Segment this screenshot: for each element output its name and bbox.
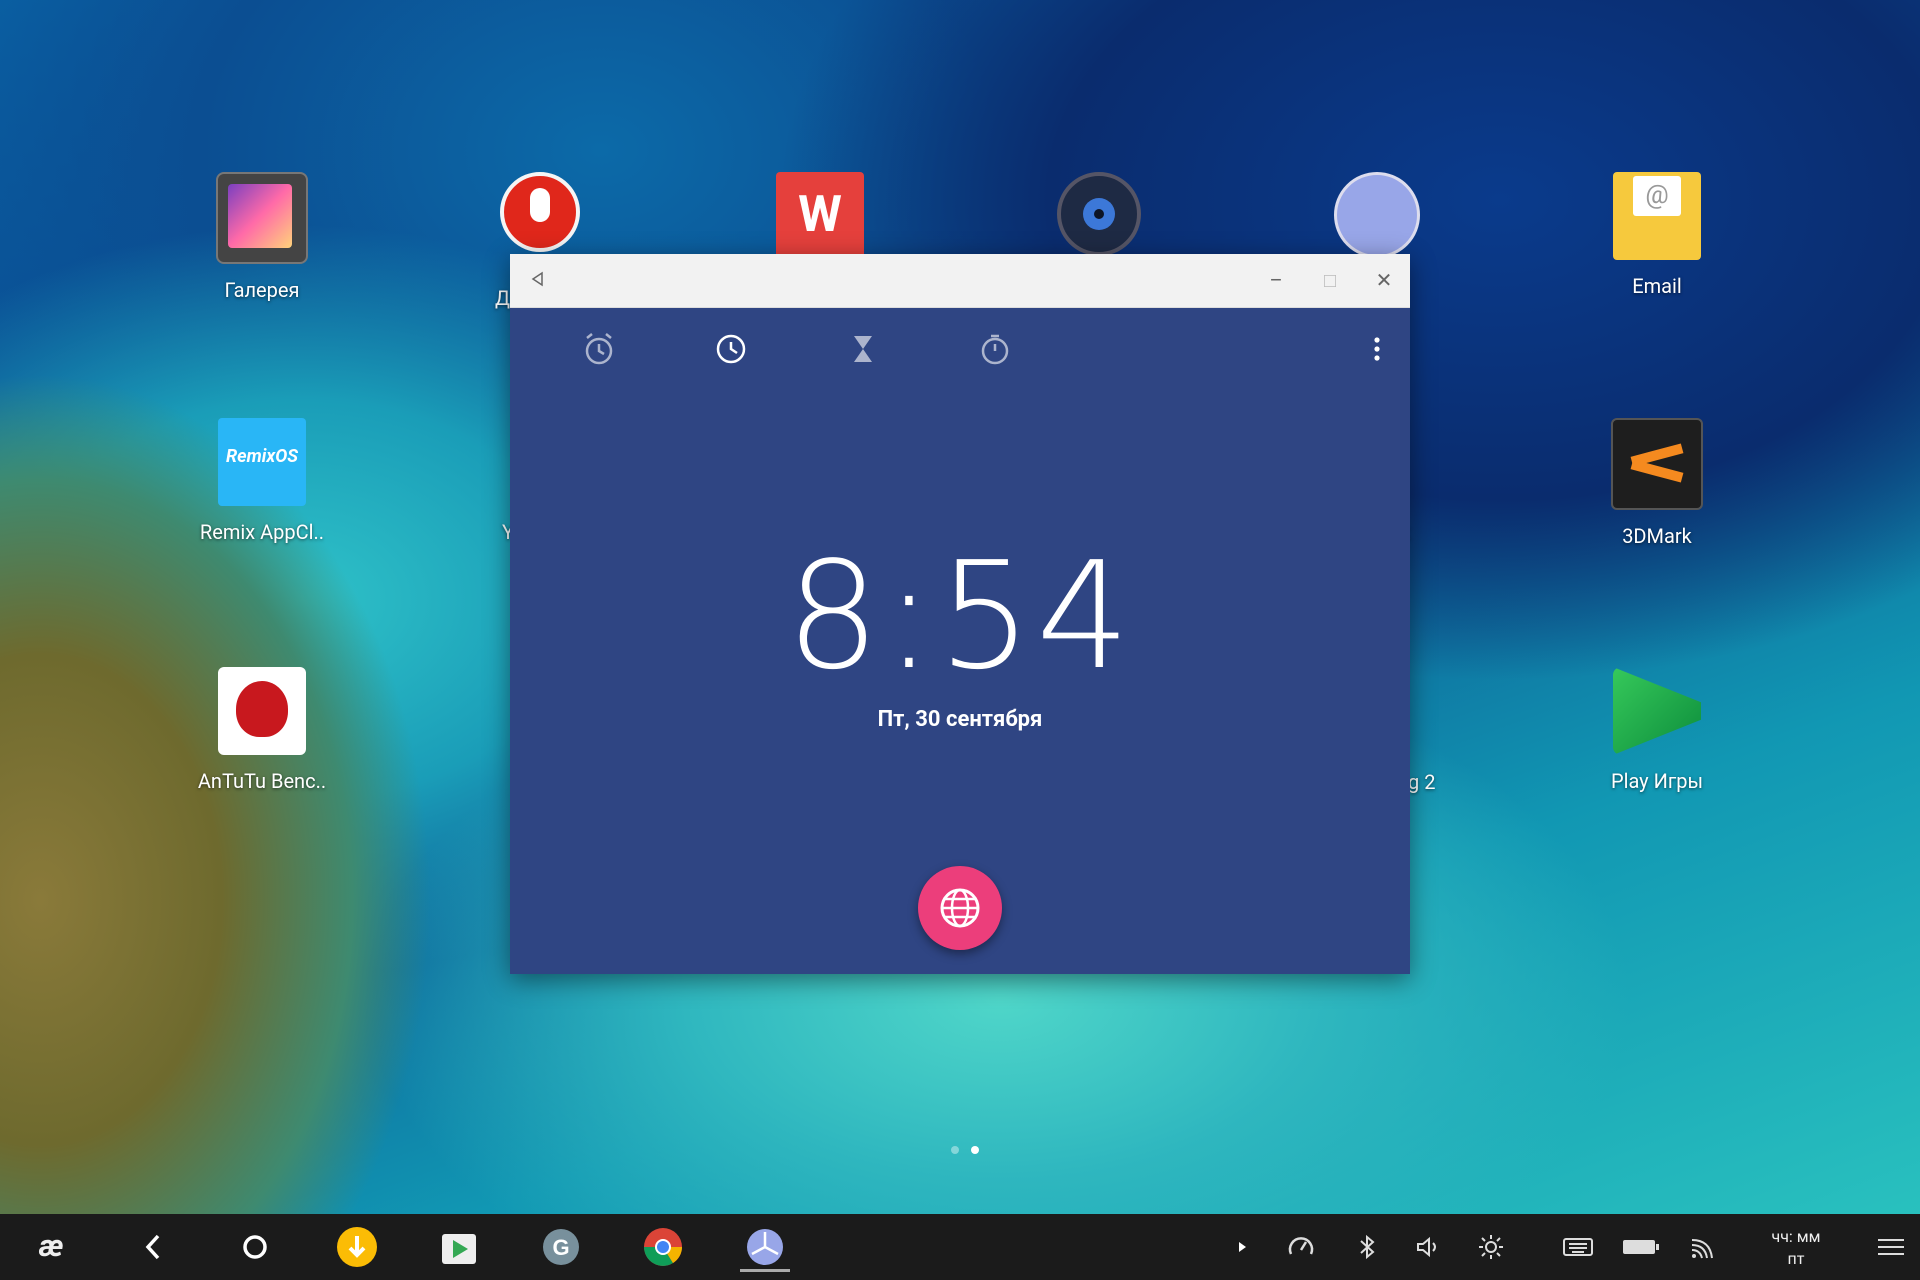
tray-clock-day: пт bbox=[1787, 1249, 1805, 1268]
maximize-button[interactable]: □ bbox=[1316, 266, 1344, 294]
tab-timer[interactable] bbox=[838, 324, 888, 374]
page-dot[interactable] bbox=[971, 1146, 979, 1154]
desktop-icon-3dmark[interactable]: 3DMark bbox=[1577, 418, 1737, 548]
email-icon: @ bbox=[1613, 172, 1701, 260]
icon-label: AnTuTu Benc.. bbox=[197, 769, 327, 793]
hourglass-icon bbox=[854, 336, 872, 362]
icon-label: Д bbox=[495, 286, 511, 310]
arrow-right-icon bbox=[1239, 1242, 1246, 1252]
clock-app-icon bbox=[747, 1229, 783, 1265]
antutu-icon bbox=[218, 667, 306, 755]
tray-keyboard[interactable] bbox=[1562, 1232, 1594, 1266]
battery-icon bbox=[1623, 1240, 1659, 1254]
desktop-icon-wps[interactable]: W bbox=[740, 172, 900, 260]
stopwatch-icon bbox=[981, 334, 1009, 365]
taskbar-app-downloads[interactable] bbox=[332, 1222, 382, 1272]
alarm-clock-icon bbox=[585, 333, 613, 365]
desktop-icon-clock[interactable] bbox=[1297, 172, 1457, 258]
close-button[interactable]: ✕ bbox=[1370, 266, 1398, 294]
back-button[interactable] bbox=[128, 1222, 178, 1272]
overflow-menu-button[interactable] bbox=[1352, 324, 1402, 374]
clock-app-window: – □ ✕ 8:54 Пт, 30 сентября bbox=[510, 254, 1410, 974]
icon-label: 3DMark bbox=[1622, 524, 1692, 548]
desktop-icon-gallery[interactable]: Галерея bbox=[182, 172, 342, 302]
tray-network[interactable] bbox=[1688, 1232, 1718, 1266]
remix-os-icon: RemixOS bbox=[218, 418, 306, 506]
google-settings-icon: G bbox=[543, 1229, 579, 1265]
back-triangle-icon[interactable] bbox=[524, 266, 552, 294]
brightness-icon bbox=[1479, 1235, 1503, 1259]
tab-alarm[interactable] bbox=[574, 324, 624, 374]
gauge-icon bbox=[1288, 1237, 1314, 1255]
desktop-icon-email[interactable]: @ Email bbox=[1577, 172, 1737, 298]
tray-expand-arrow[interactable] bbox=[1236, 1232, 1250, 1266]
wps-office-icon: W bbox=[776, 172, 864, 260]
clock-icon bbox=[716, 334, 746, 364]
more-vert-icon bbox=[1374, 337, 1380, 361]
tab-stopwatch[interactable] bbox=[970, 324, 1020, 374]
volume-icon bbox=[1417, 1236, 1436, 1258]
page-indicator bbox=[945, 1139, 985, 1158]
microphone-icon bbox=[500, 172, 580, 252]
keyboard-icon bbox=[1563, 1238, 1593, 1256]
play-games-icon bbox=[1613, 667, 1701, 755]
globe-icon bbox=[940, 888, 980, 928]
world-clock-fab[interactable] bbox=[918, 866, 1002, 950]
desktop-icon-music[interactable] bbox=[1019, 172, 1179, 256]
tray-clock-time: чч: мм bbox=[1771, 1227, 1821, 1246]
clock-time: 8:54 bbox=[785, 530, 1135, 702]
icon-label: g 2 bbox=[1408, 770, 1436, 794]
tray-bluetooth[interactable] bbox=[1352, 1232, 1382, 1266]
tray-battery[interactable] bbox=[1621, 1232, 1661, 1266]
tray-volume[interactable] bbox=[1413, 1232, 1443, 1266]
bluetooth-icon bbox=[1360, 1234, 1375, 1260]
desktop-icon-antutu[interactable]: AnTuTu Benc.. bbox=[182, 667, 342, 793]
back-chevron-icon bbox=[145, 1234, 160, 1260]
icon-label: Play Игры bbox=[1610, 769, 1704, 793]
notifications-button[interactable] bbox=[1876, 1232, 1906, 1266]
taskbar-app-play-store[interactable] bbox=[434, 1222, 484, 1272]
taskbar-app-clock[interactable] bbox=[740, 1222, 790, 1272]
taskbar-app-chrome[interactable] bbox=[638, 1222, 688, 1272]
desktop-icon-remix-appcenter[interactable]: RemixOS Remix AppCl.. bbox=[182, 418, 342, 544]
taskbar: æ G чч: мм пт bbox=[0, 1214, 1920, 1280]
minimize-button[interactable]: – bbox=[1262, 266, 1290, 294]
clock-date: Пт, 30 сентября bbox=[877, 707, 1043, 732]
icon-label: Remix AppCl.. bbox=[199, 520, 325, 544]
play-store-icon bbox=[442, 1234, 476, 1264]
chrome-icon bbox=[644, 1228, 682, 1266]
window-titlebar: – □ ✕ bbox=[510, 254, 1410, 308]
clock-app-icon bbox=[1334, 172, 1420, 258]
speaker-icon bbox=[1057, 172, 1141, 256]
tab-clock[interactable] bbox=[706, 324, 756, 374]
tray-performance[interactable] bbox=[1286, 1232, 1316, 1266]
start-button[interactable]: æ bbox=[26, 1222, 76, 1272]
icon-label: Галерея bbox=[224, 278, 300, 302]
clock-tabs bbox=[510, 324, 1410, 374]
home-circle-icon bbox=[243, 1235, 267, 1259]
svg-text:G: G bbox=[552, 1235, 569, 1260]
desktop-icon-recorder[interactable]: Д bbox=[460, 172, 620, 310]
tray-brightness[interactable] bbox=[1476, 1232, 1506, 1266]
download-app-icon bbox=[337, 1227, 377, 1267]
cast-icon bbox=[1691, 1239, 1713, 1259]
menu-icon bbox=[1878, 1239, 1904, 1255]
tray-clock[interactable]: чч: мм пт bbox=[1756, 1226, 1836, 1270]
page-dot[interactable] bbox=[951, 1146, 959, 1154]
home-button[interactable] bbox=[230, 1222, 280, 1272]
gallery-icon bbox=[216, 172, 308, 264]
desktop-icon-play-games[interactable]: Play Игры bbox=[1577, 667, 1737, 793]
taskbar-app-google-settings[interactable]: G bbox=[536, 1222, 586, 1272]
icon-label: Email bbox=[1632, 274, 1682, 298]
3dmark-icon bbox=[1611, 418, 1703, 510]
